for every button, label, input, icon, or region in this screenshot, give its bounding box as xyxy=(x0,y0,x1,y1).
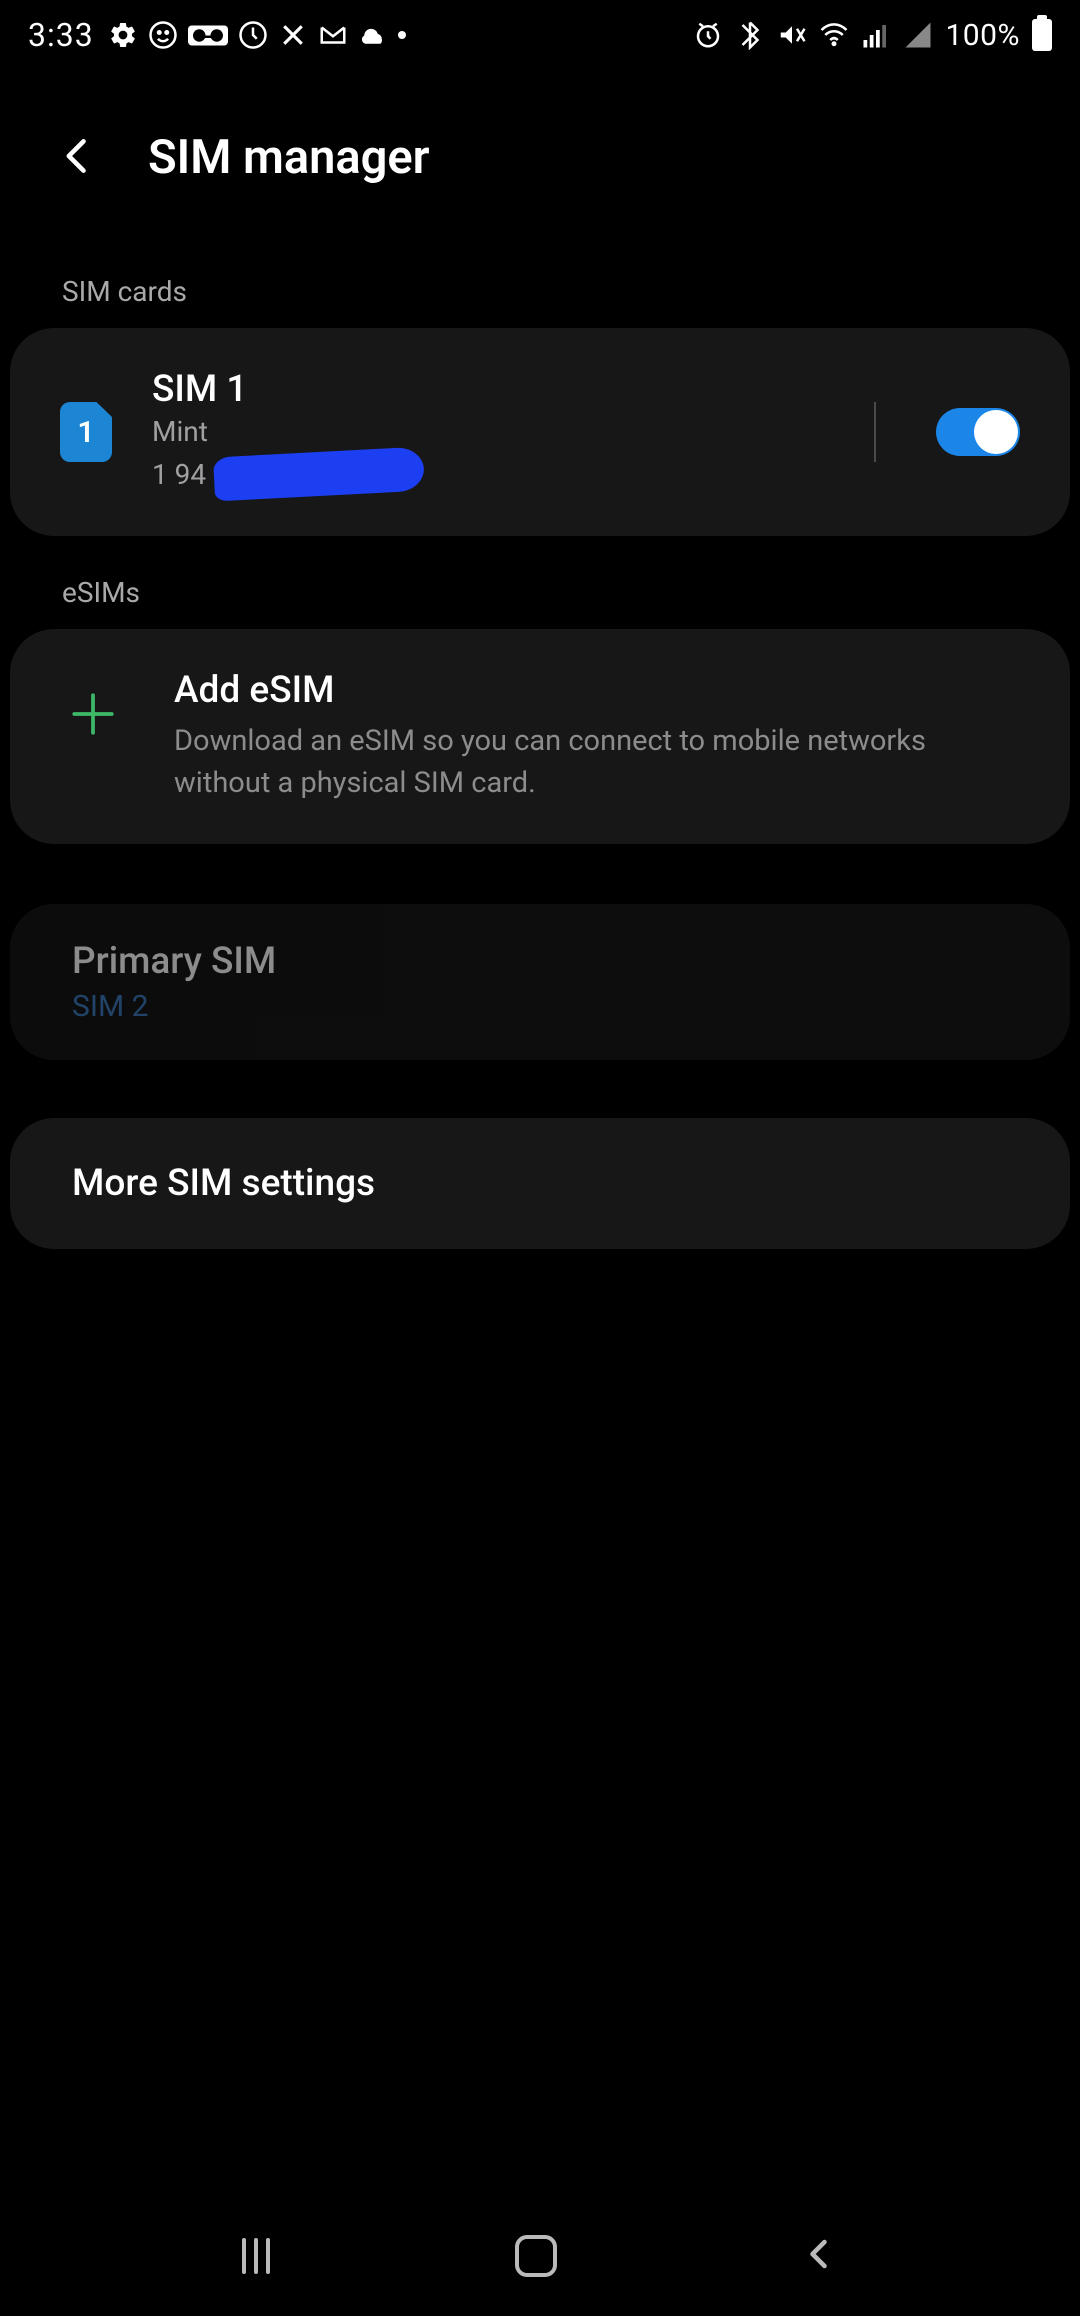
add-esim-description: Download an eSIM so you can connect to m… xyxy=(174,720,1020,804)
page-title: SIM manager xyxy=(148,130,430,185)
settings-icon xyxy=(108,20,138,50)
sim1-phone-prefix: 1 94 xyxy=(152,458,206,491)
toggle-divider xyxy=(874,402,876,462)
cross-icon xyxy=(278,20,308,50)
sim1-card[interactable]: 1 SIM 1 Mint 1 94 xyxy=(10,328,1070,536)
status-right: 100% xyxy=(693,18,1052,53)
header: SIM manager xyxy=(0,70,1080,215)
back-button[interactable] xyxy=(56,134,100,182)
navigation-bar xyxy=(0,2196,1080,2316)
add-esim-title: Add eSIM xyxy=(174,669,1020,712)
primary-sim-card[interactable]: Primary SIM SIM 2 xyxy=(10,904,1070,1060)
wifi-icon xyxy=(819,20,849,50)
battery-icon xyxy=(1032,19,1052,51)
esims-label: eSIMs xyxy=(0,536,1080,629)
status-time: 3:33 xyxy=(28,16,94,54)
nav-recents-button[interactable] xyxy=(242,2238,270,2274)
sim1-info: SIM 1 Mint 1 94 xyxy=(152,368,824,496)
status-icons-left xyxy=(108,20,406,50)
sim1-toggle[interactable] xyxy=(936,408,1020,456)
mute-icon xyxy=(777,20,807,50)
nav-home-button[interactable] xyxy=(515,2235,557,2277)
sim1-phone-redacted xyxy=(213,447,425,502)
status-left: 3:33 xyxy=(28,16,406,54)
sim-cards-label: SIM cards xyxy=(0,215,1080,328)
battery-percent: 100% xyxy=(945,18,1020,53)
signal-2-icon xyxy=(903,20,933,50)
sim1-carrier: Mint xyxy=(152,415,824,448)
sync-icon xyxy=(238,20,268,50)
face-icon xyxy=(148,20,178,50)
signal-icon xyxy=(861,20,891,50)
sim1-badge-icon: 1 xyxy=(60,402,112,462)
more-notifications-dot xyxy=(398,31,406,39)
gmail-icon xyxy=(318,20,348,50)
alarm-icon xyxy=(693,20,723,50)
more-sim-settings-title: More SIM settings xyxy=(72,1162,1008,1205)
primary-sim-value: SIM 2 xyxy=(72,989,1008,1024)
bluetooth-icon xyxy=(735,20,765,50)
more-sim-settings-card[interactable]: More SIM settings xyxy=(10,1118,1070,1249)
add-esim-card[interactable]: Add eSIM Download an eSIM so you can con… xyxy=(10,629,1070,844)
plus-icon xyxy=(60,669,118,743)
sim1-title: SIM 1 xyxy=(152,368,824,411)
cloud-icon xyxy=(358,20,388,50)
nav-back-button[interactable] xyxy=(802,2236,838,2276)
primary-sim-title: Primary SIM xyxy=(72,940,1008,983)
voicemail-icon xyxy=(188,20,228,50)
sim1-badge-number: 1 xyxy=(77,415,94,450)
status-bar: 3:33 xyxy=(0,0,1080,70)
